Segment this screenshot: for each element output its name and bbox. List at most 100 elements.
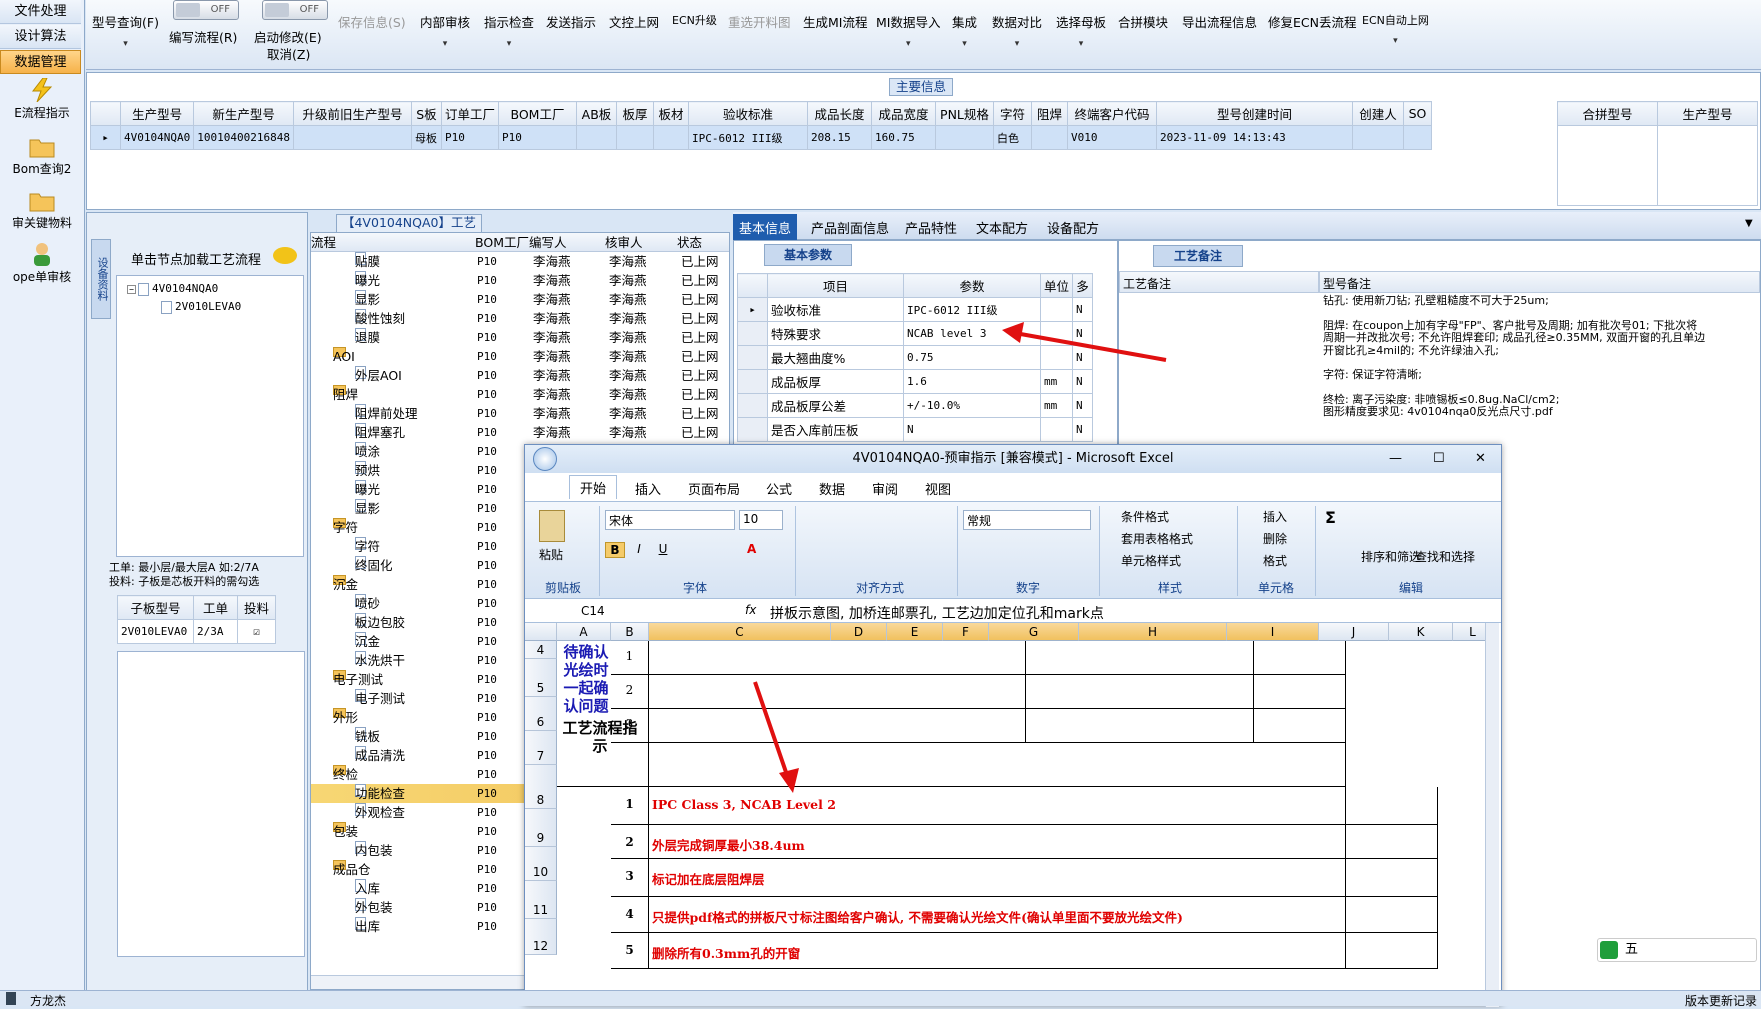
integrate-button[interactable]: 集成 ▾ — [952, 12, 977, 49]
cell[interactable]: 2V010LEVA0 — [117, 619, 194, 644]
paste-icon[interactable] — [539, 510, 565, 542]
cell[interactable] — [1657, 125, 1758, 206]
cell[interactable] — [1402, 125, 1432, 150]
cell[interactable]: 2/3A — [193, 619, 238, 644]
ribbon-tab-home[interactable]: 开始 — [569, 475, 618, 499]
row-header[interactable]: 4 — [525, 641, 557, 659]
cell[interactable]: mm — [1039, 393, 1074, 418]
cell[interactable]: +/-10.0% — [903, 393, 1041, 418]
sidebar-item-flow[interactable]: E流程指示 — [0, 78, 84, 121]
process-row[interactable]: −阻焊P10李海燕李海燕已上网 — [311, 385, 729, 404]
cell[interactable]: 成品板厚公差 — [767, 393, 904, 418]
col-header[interactable]: 项目 — [767, 273, 904, 298]
col-header[interactable]: 状态 — [677, 233, 702, 252]
cell[interactable]: 208.15 — [806, 125, 872, 150]
col-header[interactable]: 生产型号 — [119, 101, 195, 126]
process-row[interactable]: 显影 P10 李海燕 李海燕 已上网 — [311, 290, 729, 309]
vertical-scrollbar[interactable] — [1485, 623, 1499, 1007]
cell[interactable]: 4V0104NQA0 — [119, 125, 195, 150]
process-row[interactable]: 外层AOI P10 李海燕 李海燕 已上网 — [311, 366, 729, 385]
font-color-button[interactable]: A — [747, 542, 756, 556]
find-select-button[interactable]: 查找和选择 — [1415, 548, 1475, 565]
cell[interactable] — [615, 125, 654, 150]
column-header[interactable]: K — [1389, 623, 1453, 641]
merge-module-button[interactable]: 合拼模块 — [1118, 12, 1168, 31]
cell-style-button[interactable]: 单元格样式 — [1121, 550, 1193, 572]
export-flow-button[interactable]: 导出流程信息 — [1182, 12, 1257, 31]
number-cell[interactable]: 2 — [611, 825, 649, 859]
table-row[interactable]: 成品板厚 1.6 mm N — [737, 369, 1094, 394]
number-cell[interactable]: 3 — [611, 709, 649, 743]
formula-input[interactable]: 拼板示意图, 加桥连邮票孔, 工艺边加定位孔和mark点 — [770, 603, 1104, 623]
font-select[interactable]: 宋体 — [605, 510, 735, 530]
cell[interactable] — [1346, 787, 1438, 825]
table-row[interactable]: 是否入库前压板 N N — [737, 417, 1094, 442]
cell[interactable]: 1.6 — [903, 369, 1041, 394]
table-format-button[interactable]: 套用表格格式 — [1121, 528, 1193, 550]
cell[interactable]: 母板 — [410, 125, 442, 150]
table-row[interactable]: 成品板厚公差 +/-10.0% mm N — [737, 393, 1094, 418]
cell[interactable]: N — [1072, 369, 1094, 394]
col-header[interactable]: AB板 — [575, 101, 617, 126]
comment-icon[interactable] — [273, 247, 297, 264]
minimize-icon[interactable]: — — [1389, 445, 1402, 473]
col-header[interactable]: 新生产型号 — [193, 101, 294, 126]
instruction-cell[interactable]: IPC Class 3, NCAB Level 2 — [649, 787, 1346, 825]
cell[interactable] — [292, 125, 412, 150]
cell[interactable] — [1346, 825, 1438, 859]
fx-icon[interactable]: fx — [745, 603, 756, 617]
conditional-format-button[interactable]: 条件格式 — [1121, 506, 1193, 528]
send-instruction-button[interactable]: 发送指示 — [546, 12, 596, 31]
process-row[interactable]: 贴膜 P10 李海燕 李海燕 已上网 — [311, 252, 729, 271]
instruction-cell[interactable]: 标记加在底层阻焊层 — [649, 859, 1346, 897]
version-log-link[interactable]: 版本更新记录 — [1685, 992, 1757, 1009]
col-header[interactable]: S板 — [410, 101, 442, 126]
process-row[interactable]: 曝光 P10 李海燕 李海燕 已上网 — [311, 271, 729, 290]
cell[interactable]: P10 — [440, 125, 499, 150]
cell[interactable] — [1346, 933, 1438, 969]
col-header[interactable]: 阻焊 — [1030, 101, 1068, 126]
cell[interactable] — [649, 675, 1026, 709]
number-cell[interactable]: 2 — [611, 675, 649, 709]
col-header[interactable]: 验收标准 — [687, 101, 808, 126]
font-size-select[interactable]: 10 — [739, 510, 783, 530]
col-header[interactable]: 生产型号 — [1657, 101, 1758, 126]
cell[interactable] — [1026, 641, 1254, 675]
italic-button[interactable]: I — [629, 542, 649, 556]
cell[interactable]: 特殊要求 — [767, 321, 904, 346]
internal-review-button[interactable]: 内部审核 ▾ — [420, 12, 470, 49]
underline-button[interactable]: U — [653, 542, 673, 556]
number-cell[interactable]: 1 — [611, 641, 649, 675]
col-header[interactable]: 工单 — [193, 595, 238, 620]
cell[interactable] — [649, 641, 1026, 675]
ecn-auto-online-button[interactable]: ECN自动上网 ▾ — [1362, 12, 1429, 46]
menu-data[interactable]: 数据管理 — [0, 50, 81, 74]
ime-bar[interactable]: 五 — [1597, 938, 1757, 962]
col-header[interactable]: 投料 — [237, 595, 276, 620]
col-header[interactable]: 创建人 — [1351, 101, 1404, 126]
cell[interactable]: N — [1072, 393, 1094, 418]
col-header[interactable]: 终端客户代码 — [1066, 101, 1157, 126]
row-header[interactable]: 7 — [525, 731, 557, 765]
row-header[interactable]: 6 — [525, 697, 557, 731]
row-header[interactable]: 11 — [525, 881, 557, 919]
cell[interactable]: IPC-6012 III级 — [687, 125, 808, 150]
instruction-cell[interactable]: 只提供pdf格式的拼板尺寸标注图给客户确认, 不需要确认光绘文件(确认单里面不要… — [649, 897, 1346, 933]
sidebar-item-bom[interactable]: Bom查询2 — [0, 134, 84, 177]
number-cell[interactable]: 5 — [611, 933, 649, 969]
row-header[interactable]: 5 — [525, 659, 557, 697]
cell[interactable] — [1039, 321, 1074, 346]
process-row[interactable]: 酸性蚀刻 P10 李海燕 李海燕 已上网 — [311, 309, 729, 328]
tree-child[interactable]: 2V010LEVA0 — [161, 300, 241, 314]
col-header[interactable]: 型号创建时间 — [1155, 101, 1353, 126]
chevron-down-icon[interactable]: ▼ — [1745, 218, 1753, 229]
cell[interactable] — [1351, 125, 1404, 150]
col-header[interactable]: PNL规格 — [934, 101, 994, 126]
fix-ecn-button[interactable]: 修复ECN丢流程 — [1268, 12, 1356, 31]
tab-device-recipe[interactable]: 设备配方 — [1047, 218, 1099, 237]
number-format-select[interactable]: 常规 — [963, 510, 1091, 530]
sort-filter-button[interactable]: 排序和筛选 — [1361, 548, 1421, 565]
col-header[interactable]: BOM工厂 — [475, 233, 529, 252]
cancel-button[interactable]: 取消(Z) — [267, 44, 310, 63]
cell[interactable] — [1030, 125, 1068, 150]
